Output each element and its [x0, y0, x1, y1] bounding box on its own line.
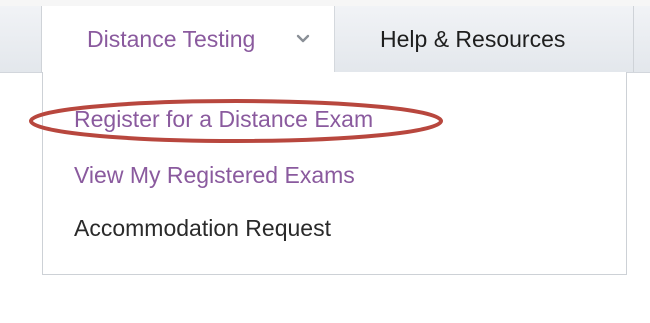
menu-item-accommodation-request[interactable]: Accommodation Request: [74, 215, 331, 242]
nav-item-help-resources[interactable]: Help & Resources: [336, 6, 634, 72]
nav-item-distance-testing[interactable]: Distance Testing: [42, 6, 335, 73]
page: Distance Testing Help & Resources Regist…: [0, 0, 650, 323]
nav-divider-right: [633, 6, 634, 72]
nav-item-label: Help & Resources: [380, 26, 566, 52]
menu-item-register-distance-exam[interactable]: Register for a Distance Exam: [74, 106, 373, 133]
nav-item-label: Distance Testing: [87, 26, 256, 52]
chevron-down-icon: [296, 34, 310, 43]
menu-item-view-registered-exams[interactable]: View My Registered Exams: [74, 162, 355, 189]
dropdown-menu: Register for a Distance Exam View My Reg…: [42, 72, 627, 275]
